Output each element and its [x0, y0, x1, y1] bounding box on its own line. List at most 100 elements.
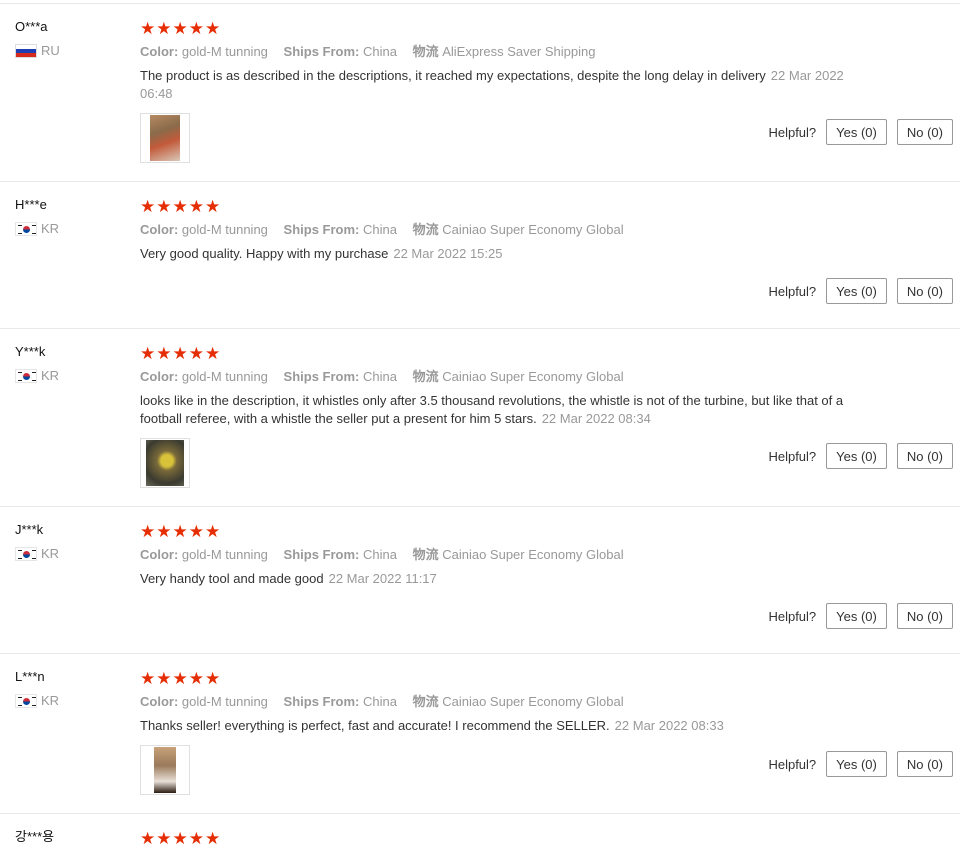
- star-icon: ★: [156, 668, 172, 688]
- yes-button[interactable]: Yes (0): [826, 603, 887, 629]
- reviewer-country: KR: [15, 546, 125, 562]
- star-icon: ★: [156, 18, 172, 38]
- shipping-label: 物流: [412, 694, 439, 709]
- shipping-value: AliExpress Saver Shipping: [442, 44, 596, 59]
- star-icon: ★: [188, 196, 204, 216]
- review-date: 22 Mar 2022 08:33: [614, 718, 724, 733]
- no-button[interactable]: No (0): [896, 603, 953, 629]
- star-icon: ★: [140, 828, 156, 848]
- star-icon: ★: [140, 343, 156, 363]
- star-rating: ★ ★ ★ ★ ★: [140, 669, 960, 687]
- yes-button[interactable]: Yes (0): [826, 119, 887, 145]
- color-value: gold-M tunning: [181, 222, 268, 237]
- shipping-label: 物流: [412, 547, 439, 562]
- order-attributes: Color: gold-M tunning Ships From: China …: [140, 43, 960, 61]
- yes-button[interactable]: Yes (0): [826, 278, 887, 304]
- color-label: Color:: [140, 369, 179, 384]
- review-item: L***n KR ★ ★ ★ ★ ★ Color: gold-M tunning Shi…: [0, 654, 960, 814]
- star-icon: ★: [172, 668, 188, 688]
- order-attributes: Color: gold-M tunning Ships From: China …: [140, 368, 960, 386]
- reviewer-country: KR: [15, 368, 125, 384]
- ships-from-value: China: [363, 222, 397, 237]
- russia-flag-icon: [15, 44, 37, 58]
- star-icon: ★: [205, 343, 221, 363]
- no-button[interactable]: No (0): [896, 278, 953, 304]
- photo-thumbnail: [146, 440, 184, 486]
- helpful-label: Helpful?: [768, 608, 817, 624]
- color-value: gold-M tunning: [181, 369, 268, 384]
- star-rating: ★ ★ ★ ★ ★: [140, 522, 960, 540]
- helpful-vote: Helpful? Yes (0) No (0): [768, 119, 953, 145]
- color-value: gold-M tunning: [181, 44, 268, 59]
- review-item: 강***용 ★ ★ ★ ★ ★: [0, 814, 960, 855]
- korea-flag-icon: [15, 547, 37, 561]
- photo-thumbnail: [150, 115, 180, 161]
- star-icon: ★: [172, 828, 188, 848]
- color-label: Color:: [140, 222, 179, 237]
- shipping-value: Cainiao Super Economy Global: [442, 547, 624, 562]
- review-content: looks like in the description, it whistl…: [140, 393, 844, 426]
- ships-from-value: China: [363, 369, 397, 384]
- star-icon: ★: [140, 18, 156, 38]
- review-body: ★ ★ ★ ★ ★ Color: gold-M tunning Ships From: …: [140, 197, 960, 263]
- star-icon: ★: [156, 196, 172, 216]
- review-body: ★ ★ ★ ★ ★: [140, 829, 960, 847]
- photo-thumbnail: [154, 747, 176, 793]
- ships-from-label: Ships From:: [283, 369, 360, 384]
- reviewer-name: J***k: [15, 522, 44, 537]
- shipping-value: Cainiao Super Economy Global: [442, 222, 624, 237]
- korea-flag-icon: [15, 222, 37, 236]
- reviewer-name: O***a: [15, 19, 48, 34]
- ships-from-value: China: [363, 44, 397, 59]
- country-code: RU: [41, 43, 60, 58]
- no-button[interactable]: No (0): [896, 443, 953, 469]
- star-rating: ★ ★ ★ ★ ★: [140, 344, 960, 362]
- color-label: Color:: [140, 547, 179, 562]
- review-content: Very good quality. Happy with my purchas…: [140, 246, 389, 261]
- reviewer-info: H***e KR: [15, 197, 125, 237]
- color-label: Color:: [140, 44, 179, 59]
- shipping-label: 物流: [412, 369, 439, 384]
- star-icon: ★: [140, 521, 156, 541]
- review-text: Thanks seller! everything is perfect, fa…: [140, 717, 850, 735]
- reviewer-country: RU: [15, 43, 125, 59]
- review-text: Very handy tool and made good 22 Mar 2022…: [140, 570, 850, 588]
- review-list: O***a RU ★ ★ ★ ★ ★ Color: gold-M tunning Shi…: [0, 0, 973, 855]
- star-icon: ★: [140, 196, 156, 216]
- star-icon: ★: [188, 521, 204, 541]
- ships-from-label: Ships From:: [283, 44, 360, 59]
- country-code: KR: [41, 368, 60, 383]
- review-photo[interactable]: [140, 113, 190, 163]
- review-date: 22 Mar 2022 11:17: [328, 571, 437, 586]
- star-icon: ★: [156, 828, 172, 848]
- reviewer-info: L***n KR: [15, 669, 125, 709]
- color-value: gold-M tunning: [181, 547, 268, 562]
- star-icon: ★: [172, 18, 188, 38]
- helpful-vote: Helpful? Yes (0) No (0): [768, 751, 953, 777]
- review-photo[interactable]: [140, 745, 190, 795]
- review-photo[interactable]: [140, 438, 190, 488]
- order-attributes: Color: gold-M tunning Ships From: China …: [140, 693, 960, 711]
- order-attributes: Color: gold-M tunning Ships From: China …: [140, 221, 960, 239]
- reviewer-info: J***k KR: [15, 522, 125, 562]
- review-date: 22 Mar 2022 15:25: [393, 246, 503, 261]
- star-icon: ★: [188, 668, 204, 688]
- star-icon: ★: [205, 521, 221, 541]
- star-icon: ★: [188, 343, 204, 363]
- star-icon: ★: [172, 343, 188, 363]
- review-text: The product is as described in the descr…: [140, 67, 850, 103]
- yes-button[interactable]: Yes (0): [826, 751, 887, 777]
- ships-from-value: China: [363, 547, 397, 562]
- star-icon: ★: [205, 196, 221, 216]
- shipping-value: Cainiao Super Economy Global: [442, 694, 624, 709]
- country-code: KR: [41, 546, 60, 561]
- helpful-vote: Helpful? Yes (0) No (0): [768, 278, 953, 304]
- no-button[interactable]: No (0): [896, 119, 953, 145]
- star-icon: ★: [205, 18, 221, 38]
- reviewer-info: 강***용: [15, 829, 125, 845]
- yes-button[interactable]: Yes (0): [826, 443, 887, 469]
- reviewer-name: L***n: [15, 669, 45, 684]
- review-body: ★ ★ ★ ★ ★ Color: gold-M tunning Ships From: …: [140, 522, 960, 588]
- no-button[interactable]: No (0): [896, 751, 953, 777]
- color-value: gold-M tunning: [181, 694, 268, 709]
